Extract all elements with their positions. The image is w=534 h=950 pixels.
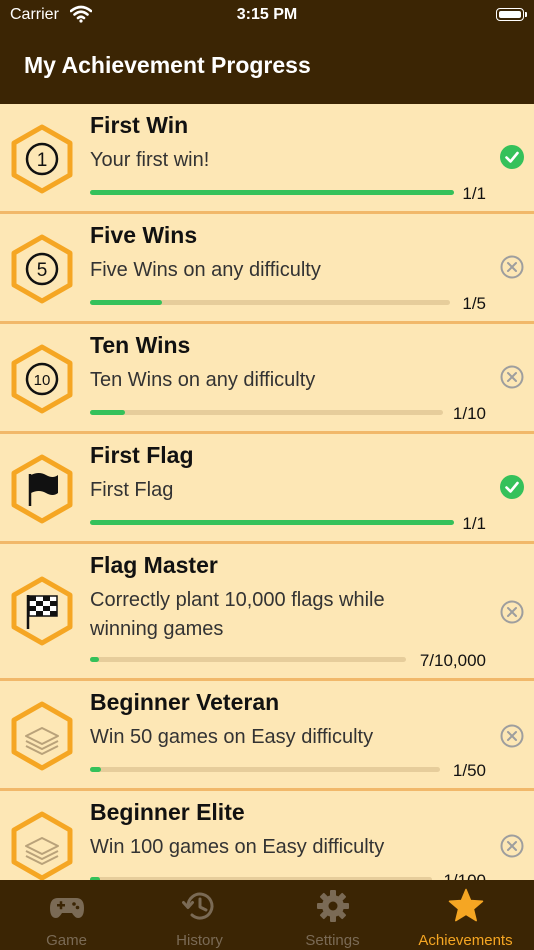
progress-count: 1/10 [452,404,486,423]
close-icon [500,365,524,389]
svg-text:5: 5 [37,260,48,281]
achievement-name: Five Wins [90,222,198,248]
progress-count: 1/1 [462,184,486,203]
tab-history[interactable]: History [133,880,266,950]
progress-count: 1/5 [462,294,486,313]
progress-count: 1/100 [443,871,486,880]
svg-text:10: 10 [34,372,51,389]
close-icon [500,834,524,858]
close-icon [500,724,524,748]
number-5-icon: 5 [11,234,73,304]
layers-icon [11,701,73,771]
achievement-description: Five Wins on any difficulty [90,259,321,281]
layers-icon [11,811,73,880]
checkered-flag-icon [11,576,73,646]
progress-bar [90,657,406,662]
tab-achievements[interactable]: Achievements [399,880,532,950]
gamepad-icon [49,898,84,918]
achievement-name: Flag Master [90,552,218,578]
achievement-row[interactable]: Beginner Elite Win 100 games on Easy dif… [0,791,534,880]
progress-count: 7/10,000 [419,651,486,670]
achievement-name: First Flag [90,442,194,468]
achievement-description: Your first win! [90,149,210,171]
progress-bar [90,767,440,772]
checkmark-icon [500,145,524,169]
achievement-name: Beginner Elite [90,799,245,825]
achievement-row[interactable]: Beginner Veteran Win 50 games on Easy di… [0,681,534,791]
progress-bar [90,190,454,195]
achievement-name: First Win [90,112,189,138]
tab-game[interactable]: Game [0,880,133,950]
progress-bar [90,300,450,305]
achievement-description: Correctly plant 10,000 flags while winni… [90,589,385,640]
achievement-description: First Flag [90,479,174,501]
achievement-list[interactable]: 1 First Win Your first win! 1/1 5 Five W… [0,104,534,880]
progress-bar [90,410,443,415]
flag-icon [11,454,73,524]
tab-label: History [176,932,223,949]
status-bar: Carrier 3:15 PM [0,0,534,30]
star-icon [448,888,483,922]
progress-count: 1/1 [462,514,486,533]
battery-icon [496,8,527,21]
clock-time: 3:15 PM [236,6,298,23]
achievement-description: Ten Wins on any difficulty [90,369,316,391]
progress-count: 1/50 [452,761,486,780]
gear-icon [316,890,349,922]
tab-label: Settings [305,932,360,949]
tab-label: Achievements [418,932,513,949]
tab-bar: Game History Settings Achievements [0,880,534,950]
achievement-row[interactable]: First Flag First Flag 1/1 [0,434,534,544]
number-1-icon: 1 [11,124,73,194]
achievement-row[interactable]: 10 Ten Wins Ten Wins on any difficulty 1… [0,324,534,434]
number-10-icon: 10 [11,344,73,414]
close-icon [500,255,524,279]
achievement-description: Win 50 games on Easy difficulty [90,726,374,748]
svg-text:1: 1 [37,150,48,171]
achievement-name: Ten Wins [90,332,191,358]
achievement-name: Beginner Veteran [90,689,280,715]
achievement-row[interactable]: 1 First Win Your first win! 1/1 [0,104,534,214]
achievement-row[interactable]: Flag Master Correctly plant 10,000 flags… [0,544,534,681]
checkmark-icon [500,475,524,499]
close-icon [500,600,524,624]
achievement-row[interactable]: 5 Five Wins Five Wins on any difficulty … [0,214,534,324]
navigation-bar: My Achievement Progress [0,30,534,104]
history-clock-icon [181,892,213,920]
tab-label: Game [46,932,87,949]
achievement-description: Win 100 games on Easy difficulty [90,836,385,858]
page-title: My Achievement Progress [24,52,311,78]
tab-settings[interactable]: Settings [266,880,399,950]
progress-bar [90,520,454,525]
